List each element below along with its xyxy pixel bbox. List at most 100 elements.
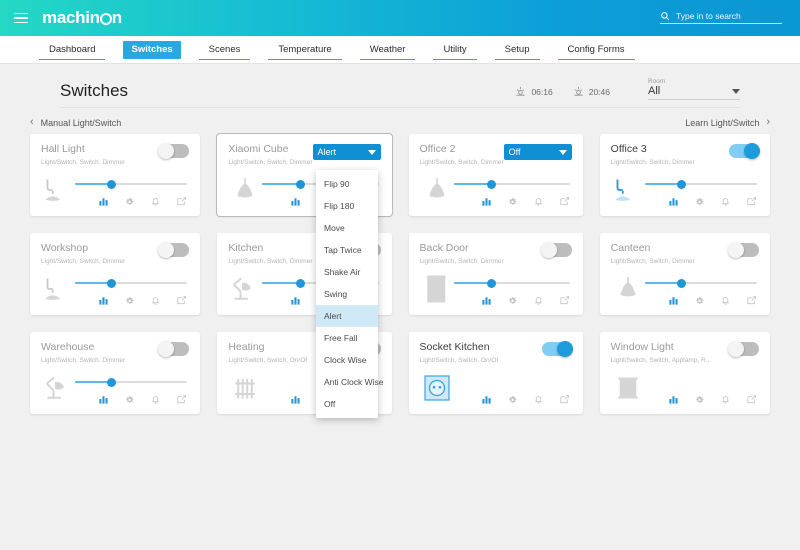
search-box[interactable] [660,11,782,24]
nav-tab-switches[interactable]: Switches [123,40,181,59]
dropdown-option[interactable]: Swing [316,283,378,305]
bar-chart-icon[interactable] [290,196,301,207]
switch-card[interactable]: Workshop Light/Switch, Switch, Dimmer [30,233,201,315]
gear-icon[interactable] [507,394,518,405]
nav-tab-dashboard[interactable]: Dashboard [39,36,106,63]
bell-icon[interactable] [150,295,161,306]
slider-knob[interactable] [486,278,496,288]
slider-knob[interactable] [676,278,686,288]
dropdown-option[interactable]: Free Fall [316,327,378,349]
card-power-toggle[interactable] [729,143,760,159]
switch-card[interactable]: Warehouse Light/Switch, Switch, Dimmer [30,332,201,414]
switch-card[interactable]: Office 3 Light/Switch, Switch, Dimmer [599,134,770,216]
nav-tab-scenes[interactable]: Scenes [198,36,251,63]
dropdown-option[interactable]: Anti Clock Wise [316,371,384,393]
bar-chart-icon[interactable] [98,196,109,207]
nav-tab-weather[interactable]: Weather [359,36,416,63]
dropdown-option[interactable]: Flip 180 [316,195,378,217]
slider-knob[interactable] [295,179,305,189]
bar-chart-icon[interactable] [668,295,679,306]
bar-chart-icon[interactable] [481,196,492,207]
dimmer-slider[interactable] [453,178,570,190]
switch-card[interactable]: Socket Kitchen Light/Switch, Switch, On/… [408,332,583,414]
switch-card[interactable]: Hall Light Light/Switch, Switch, Dimmer [30,134,201,216]
dimmer-slider[interactable] [644,178,757,190]
edit-icon[interactable] [746,196,757,207]
hamburger-icon[interactable] [14,12,28,24]
switch-card[interactable]: Canteen Light/Switch, Switch, Dimmer [599,233,770,315]
slider-knob[interactable] [295,278,305,288]
room-filter[interactable]: Room All [648,78,740,100]
bar-chart-icon[interactable] [290,394,301,405]
bar-chart-icon[interactable] [668,196,679,207]
bell-icon[interactable] [150,196,161,207]
bell-icon[interactable] [150,394,161,405]
dimmer-slider[interactable] [644,277,757,289]
card-power-toggle[interactable] [158,341,190,357]
dropdown-option[interactable]: Flip 90 [316,173,378,195]
card-power-toggle[interactable] [540,242,572,258]
switch-card[interactable]: Window Light Light/Switch, Switch, Appla… [599,332,770,414]
room-filter-value-row[interactable]: All [648,85,740,100]
dropdown-option[interactable]: Tap Twice [316,239,378,261]
bell-icon[interactable] [720,196,731,207]
bar-chart-icon[interactable] [481,295,492,306]
gear-icon[interactable] [694,394,705,405]
gear-icon[interactable] [507,295,518,306]
nav-tab-config-forms[interactable]: Config Forms [557,36,635,63]
dimmer-slider[interactable] [75,376,188,388]
edit-icon[interactable] [559,196,570,207]
bell-icon[interactable] [720,295,731,306]
card-power-toggle[interactable] [728,242,759,258]
bar-chart-icon[interactable] [290,295,301,306]
gear-icon[interactable] [124,295,135,306]
gear-icon[interactable] [694,196,705,207]
dropdown-option[interactable]: Clock Wise [316,349,378,371]
dimmer-slider[interactable] [75,277,188,289]
card-mode-select[interactable]: Off [503,144,572,160]
edit-icon[interactable] [559,394,570,405]
back-link[interactable]: ‹ Manual Light/Switch [30,117,121,128]
bell-icon[interactable] [533,295,544,306]
gear-icon[interactable] [124,196,135,207]
dropdown-option[interactable]: Shake Air [316,261,378,283]
gear-icon[interactable] [694,295,705,306]
edit-icon[interactable] [746,394,757,405]
card-power-toggle[interactable] [158,143,190,159]
bar-chart-icon[interactable] [481,394,492,405]
dimmer-slider[interactable] [453,277,570,289]
cube-action-dropdown-menu[interactable]: Flip 90 Flip 180 Move Tap Twice Shake Ai… [316,170,384,418]
edit-icon[interactable] [176,394,187,405]
slider-knob[interactable] [106,377,116,387]
switch-card[interactable]: Back Door Light/Switch, Switch, Dimmer [408,233,583,315]
edit-icon[interactable] [176,196,187,207]
gear-icon[interactable] [124,394,135,405]
edit-icon[interactable] [176,295,187,306]
dropdown-option[interactable]: Off [316,393,378,415]
bar-chart-icon[interactable] [668,394,679,405]
dropdown-option[interactable]: Alert [316,305,378,327]
switch-card[interactable]: Office 2 Light/Switch, Switch, Dimmer Of… [408,134,583,216]
slider-knob[interactable] [676,179,686,189]
nav-tab-setup[interactable]: Setup [494,36,540,63]
nav-tab-utility[interactable]: Utility [433,36,477,63]
nav-tab-temperature[interactable]: Temperature [268,36,343,63]
card-power-toggle[interactable] [541,341,573,357]
dimmer-slider[interactable] [75,178,188,190]
dropdown-option[interactable]: Move [316,217,378,239]
card-power-toggle[interactable] [158,242,190,258]
search-input[interactable] [676,11,782,21]
edit-icon[interactable] [559,295,570,306]
card-mode-select[interactable]: Alert [312,144,381,160]
slider-knob[interactable] [106,278,116,288]
gear-icon[interactable] [507,196,518,207]
learn-link[interactable]: Learn Light/Switch › [685,117,770,128]
edit-icon[interactable] [746,295,757,306]
slider-knob[interactable] [106,179,116,189]
bell-icon[interactable] [720,394,731,405]
card-power-toggle[interactable] [728,341,759,357]
bell-icon[interactable] [533,196,544,207]
slider-knob[interactable] [486,179,496,189]
bar-chart-icon[interactable] [98,394,109,405]
bell-icon[interactable] [533,394,544,405]
